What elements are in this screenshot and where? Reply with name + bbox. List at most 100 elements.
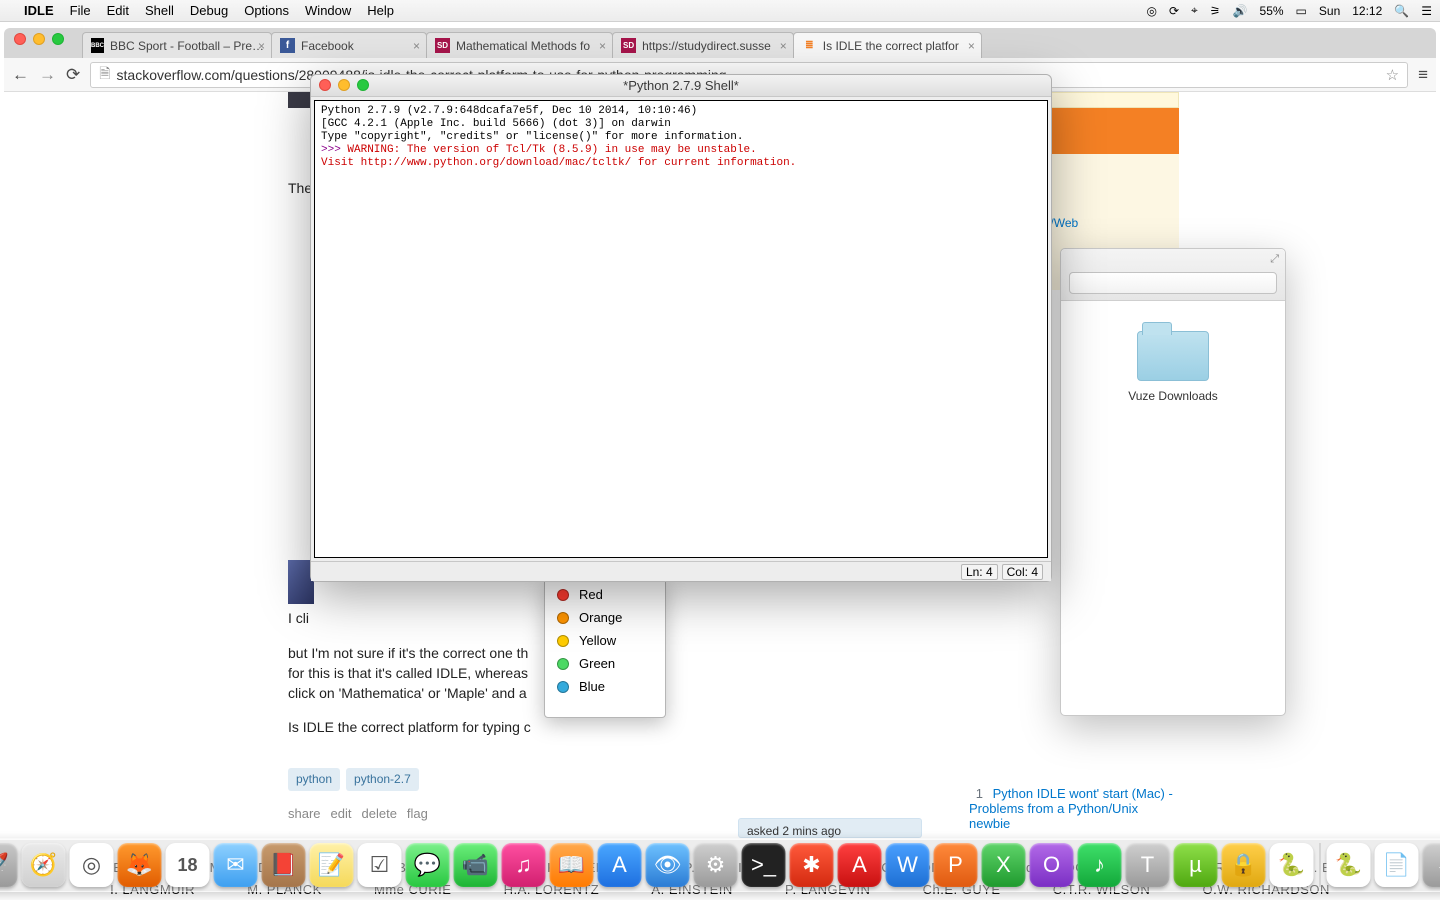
dock-downloads-icon[interactable]: ⬇ [1423, 843, 1440, 887]
browser-tab-active[interactable]: ≣ Is IDLE the correct platfor × [793, 32, 982, 58]
browser-tab[interactable]: BBC BBC Sport - Football – Pre… × [82, 32, 272, 58]
battery-icon[interactable]: ▭ [1296, 4, 1307, 18]
flag-link[interactable]: flag [407, 805, 428, 824]
dock-acrobat-icon[interactable]: A [838, 843, 882, 887]
finder-labels-menu[interactable]: Red Orange Yellow Green Blue [544, 578, 666, 718]
close-icon[interactable] [319, 79, 331, 91]
dock-firefox-icon[interactable]: 🦊 [118, 843, 162, 887]
minimize-icon[interactable] [33, 33, 45, 45]
sync-icon[interactable]: ⟳ [1169, 4, 1179, 18]
menubar-item[interactable]: Shell [145, 3, 174, 18]
browser-tab[interactable]: SD https://studydirect.susse × [612, 32, 794, 58]
zoom-icon[interactable] [357, 79, 369, 91]
tab-close-icon[interactable]: × [258, 39, 265, 53]
close-icon[interactable] [14, 33, 26, 45]
dock-launchpad-icon[interactable]: 🚀 [0, 843, 18, 887]
list-icon[interactable]: ☰ [1421, 4, 1432, 18]
dock-onenote-icon[interactable]: O [1030, 843, 1074, 887]
dock-tex-icon[interactable]: T [1126, 843, 1170, 887]
reload-button[interactable]: ⟳ [66, 65, 80, 85]
dock-excel-icon[interactable]: X [982, 843, 1026, 887]
tab-close-icon[interactable]: × [968, 39, 975, 53]
dock-spotify-icon[interactable]: ♪ [1078, 843, 1122, 887]
finder-search-input[interactable] [1069, 272, 1277, 294]
related-link[interactable]: Python IDLE wont' start (Mac) - Problems… [969, 786, 1173, 831]
back-button[interactable]: ← [12, 65, 29, 85]
dock-utorrent-icon[interactable]: µ [1174, 843, 1218, 887]
dock-calendar-icon[interactable]: 18 [166, 843, 210, 887]
tab-close-icon[interactable]: × [780, 39, 787, 53]
dock-contacts-icon[interactable]: 📕 [262, 843, 306, 887]
edit-link[interactable]: edit [331, 805, 352, 824]
menubar-item[interactable]: Edit [107, 3, 129, 18]
dock-chrome-icon[interactable]: ◎ [70, 843, 114, 887]
dock-notes-icon[interactable]: 📝 [310, 843, 354, 887]
tags: python python-2.7 [288, 768, 928, 791]
folder-label[interactable]: Vuze Downloads [1128, 389, 1218, 403]
browser-tab[interactable]: SD Mathematical Methods fo × [426, 32, 613, 58]
menubar-item[interactable]: Debug [190, 3, 228, 18]
minimize-icon[interactable] [338, 79, 350, 91]
tab-close-icon[interactable]: × [599, 39, 606, 53]
menubar-item[interactable]: Help [367, 3, 394, 18]
idle-shell-window[interactable]: *Python 2.7.9 Shell* Python 2.7.9 (v2.7.… [310, 74, 1052, 582]
tag[interactable]: python [288, 768, 340, 791]
folder-icon[interactable] [1137, 331, 1209, 381]
dock-mathematica-icon[interactable]: ✱ [790, 843, 834, 887]
share-link[interactable]: share [288, 805, 321, 824]
label-option[interactable]: Blue [545, 675, 665, 698]
label-option[interactable]: Green [545, 652, 665, 675]
zoom-icon[interactable] [52, 33, 64, 45]
dock-python1-icon[interactable]: 🐍 [1270, 843, 1314, 887]
dock-itunes-icon[interactable]: ♫ [502, 843, 546, 887]
dock-word-icon[interactable]: W [886, 843, 930, 887]
battery-percent[interactable]: 55% [1260, 4, 1284, 18]
volume-icon[interactable]: 🔊 [1233, 4, 1248, 18]
finder-window[interactable]: ⤢ Vuze Downloads [1060, 248, 1286, 716]
dock-powerpoint-icon[interactable]: P [934, 843, 978, 887]
dock-appstore-icon[interactable]: A [598, 843, 642, 887]
label-option[interactable]: Orange [545, 606, 665, 629]
label-option[interactable]: Yellow [545, 629, 665, 652]
menu-icon[interactable]: ≡ [1418, 65, 1428, 85]
menubar-app-name[interactable]: IDLE [24, 3, 54, 18]
dock-preview-icon[interactable]: 👁 [646, 843, 690, 887]
blue-dot-icon [557, 681, 569, 693]
col-indicator: Col: 4 [1002, 564, 1043, 580]
forward-button[interactable]: → [39, 65, 56, 85]
clock-time[interactable]: 12:12 [1352, 4, 1382, 18]
dock-messages-icon[interactable]: 💬 [406, 843, 450, 887]
dock-python2-icon[interactable]: 🐍 [1327, 843, 1371, 887]
dock-reminders-icon[interactable]: ☑ [358, 843, 402, 887]
dock-facetime-icon[interactable]: 📹 [454, 843, 498, 887]
idle-text-area[interactable]: Python 2.7.9 (v2.7.9:648dcafa7e5f, Dec 1… [314, 100, 1048, 558]
tag[interactable]: python-2.7 [346, 768, 419, 791]
label-option[interactable]: Red [545, 583, 665, 606]
spotlight-icon[interactable]: 🔍 [1394, 4, 1409, 18]
wifi-icon[interactable]: ⚞ [1210, 4, 1221, 18]
dock-terminal-icon[interactable]: >_ [742, 843, 786, 887]
dock-mail-icon[interactable]: ✉ [214, 843, 258, 887]
dock: ☺🚀🧭◎🦊18✉📕📝☑💬📹♫📖A👁⚙>_✱AWPXO♪Tµ🔒🐍🐍📄⬇🗑 [0, 838, 1440, 892]
notification-icon[interactable]: ◎ [1146, 4, 1156, 18]
browser-tab[interactable]: f Facebook × [271, 32, 427, 58]
dock-vpn-icon[interactable]: 🔒 [1222, 843, 1266, 887]
bookmark-icon[interactable]: ☆ [1386, 66, 1399, 84]
delete-link[interactable]: delete [362, 805, 397, 824]
menubar-item[interactable]: Window [305, 3, 351, 18]
fullscreen-icon[interactable]: ⤢ [1270, 253, 1279, 266]
dock-ibooks-icon[interactable]: 📖 [550, 843, 594, 887]
bluetooth-icon[interactable]: ⌖ [1191, 3, 1198, 18]
related-questions: 1 Python IDLE wont' start (Mac) - Proble… [969, 786, 1179, 831]
dock-document-icon[interactable]: 📄 [1375, 843, 1419, 887]
idle-statusbar: Ln: 4 Col: 4 [311, 561, 1051, 581]
dock-safari-icon[interactable]: 🧭 [22, 843, 66, 887]
tab-close-icon[interactable]: × [413, 39, 420, 53]
menubar-item[interactable]: File [70, 3, 91, 18]
menubar-item[interactable]: Options [244, 3, 289, 18]
clock-day[interactable]: Sun [1319, 4, 1340, 18]
related-score: 1 [969, 786, 983, 801]
dock-sysprefs-icon[interactable]: ⚙ [694, 843, 738, 887]
finder-body[interactable]: Vuze Downloads [1061, 301, 1285, 403]
idle-titlebar[interactable]: *Python 2.7.9 Shell* [311, 75, 1051, 97]
